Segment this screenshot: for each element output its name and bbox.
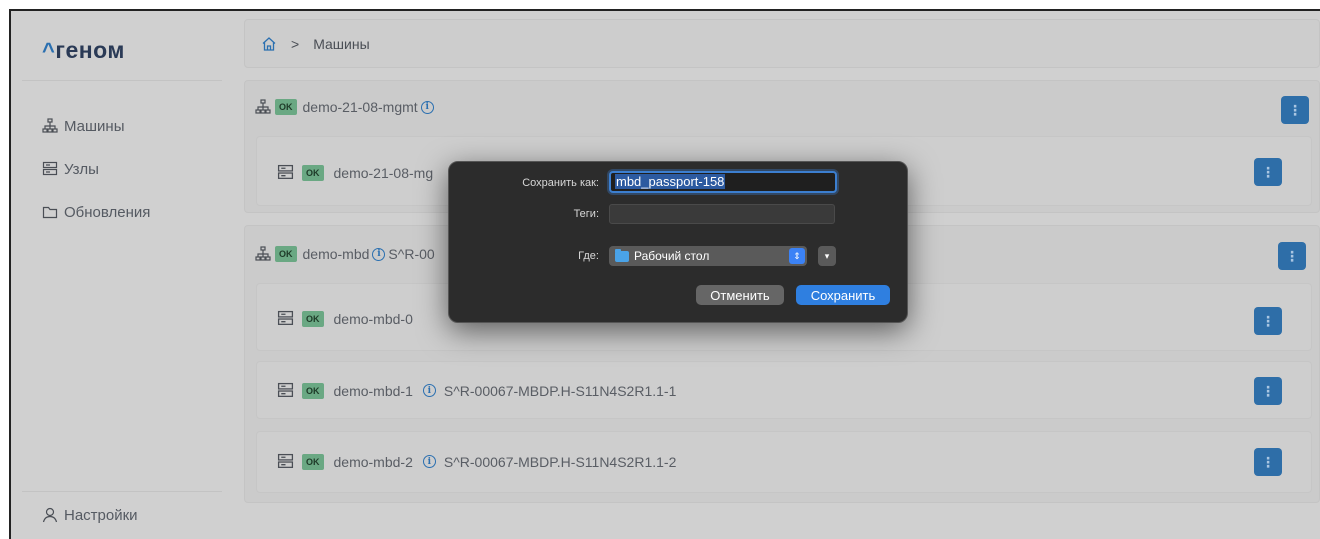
network-icon: [255, 246, 271, 261]
server-icon: [277, 310, 294, 325]
info-icon[interactable]: i: [372, 247, 386, 261]
sidebar-item-label: Настройки: [64, 506, 138, 524]
info-icon[interactable]: i: [422, 455, 436, 468]
status-badge: OK: [275, 99, 297, 115]
machine-row[interactable]: OK demo-21-08-mgmt i: [255, 99, 440, 115]
home-icon[interactable]: [261, 36, 277, 52]
user-icon: [42, 507, 58, 523]
settings-area: Настройки: [22, 491, 222, 539]
status-badge: OK: [302, 453, 324, 470]
status-badge: OK: [302, 164, 324, 181]
more-options-button[interactable]: ⋮: [1281, 96, 1309, 124]
node-name: demo-mbd-2: [333, 453, 413, 470]
breadcrumb-current: Машины: [313, 35, 370, 52]
sidebar-item-updates[interactable]: Обновления: [42, 201, 150, 223]
info-icon[interactable]: i: [422, 384, 436, 397]
chevron-right-icon: >: [291, 35, 300, 52]
logo-caret: ^: [42, 38, 56, 63]
server-icon: [277, 453, 294, 468]
sidebar-item-settings[interactable]: Настройки: [42, 504, 138, 526]
sidebar-item-label: Обновления: [64, 203, 151, 221]
node-name: demo-21-08-mg: [333, 164, 434, 181]
node-name: demo-mbd-1: [333, 382, 413, 399]
node-name: demo-mbd-0: [333, 310, 413, 327]
node-row[interactable]: OK demo-mbd-0: [277, 310, 413, 327]
network-icon: [255, 99, 271, 114]
machine-name: demo-mbd: [302, 246, 370, 262]
more-options-button[interactable]: ⋮: [1254, 377, 1282, 405]
sidebar-item-nodes[interactable]: Узлы: [42, 158, 99, 180]
node-card: OK demo-mbd-2 i S^R-00067-MBDP.H-S11N4S2…: [256, 431, 1312, 493]
select-stepper-icon: ⇕: [789, 248, 805, 264]
expand-button[interactable]: ▾: [818, 246, 836, 266]
filename-text: mbd_passport-158: [615, 174, 726, 189]
tags-label: Теги:: [573, 208, 599, 220]
info-icon[interactable]: i: [420, 100, 434, 114]
server-icon: [42, 161, 58, 176]
node-row[interactable]: OK demo-mbd-1 i S^R-00067-MBDP.H-S11N4S2…: [277, 382, 676, 399]
sidebar: ^геном Машины Узлы Обновления Настройки: [22, 19, 222, 539]
server-icon: [277, 382, 294, 397]
where-label: Где:: [578, 250, 599, 262]
network-icon: [42, 118, 58, 133]
node-row[interactable]: OK demo-21-08-mg: [277, 164, 433, 181]
sidebar-item-machines[interactable]: Машины: [42, 115, 124, 137]
logo-area: ^геном: [22, 19, 222, 81]
location-select[interactable]: Рабочий стол ⇕: [609, 246, 807, 266]
tags-input[interactable]: [609, 204, 835, 224]
sidebar-item-label: Узлы: [64, 160, 99, 178]
filename-input[interactable]: mbd_passport-158: [609, 171, 837, 193]
node-row[interactable]: OK demo-mbd-2 i S^R-00067-MBDP.H-S11N4S2…: [277, 453, 676, 470]
status-badge: OK: [302, 310, 324, 327]
save-button[interactable]: Сохранить: [796, 285, 890, 305]
location-value: Рабочий стол: [634, 249, 710, 263]
sidebar-item-label: Машины: [64, 117, 125, 135]
more-options-button[interactable]: ⋮: [1254, 158, 1282, 186]
chevron-down-icon: ▾: [824, 250, 830, 261]
more-options-button[interactable]: ⋮: [1278, 242, 1306, 270]
save-dialog: Сохранить как: mbd_passport-158 Теги: Гд…: [448, 161, 908, 323]
machine-serial: S^R-00: [388, 246, 435, 262]
node-serial: S^R-00067-MBDP.H-S11N4S2R1.1-1: [443, 382, 677, 399]
more-options-button[interactable]: ⋮: [1254, 448, 1282, 476]
node-card: OK demo-mbd-1 i S^R-00067-MBDP.H-S11N4S2…: [256, 361, 1312, 419]
more-options-button[interactable]: ⋮: [1254, 307, 1282, 335]
node-serial: S^R-00067-MBDP.H-S11N4S2R1.1-2: [443, 453, 677, 470]
status-badge: OK: [275, 246, 297, 262]
folder-icon: [615, 248, 629, 262]
logo-text: геном: [55, 37, 125, 63]
machine-row[interactable]: OK demo-mbd i S^R-00: [255, 246, 435, 262]
folder-icon: [42, 206, 58, 219]
save-as-label: Сохранить как:: [522, 177, 599, 189]
status-badge: OK: [302, 382, 324, 399]
server-icon: [277, 164, 294, 179]
breadcrumb: > Машины: [244, 19, 1320, 68]
cancel-button[interactable]: Отменить: [696, 285, 784, 305]
machine-name: demo-21-08-mgmt: [302, 99, 418, 115]
app-logo[interactable]: ^геном: [42, 37, 125, 64]
